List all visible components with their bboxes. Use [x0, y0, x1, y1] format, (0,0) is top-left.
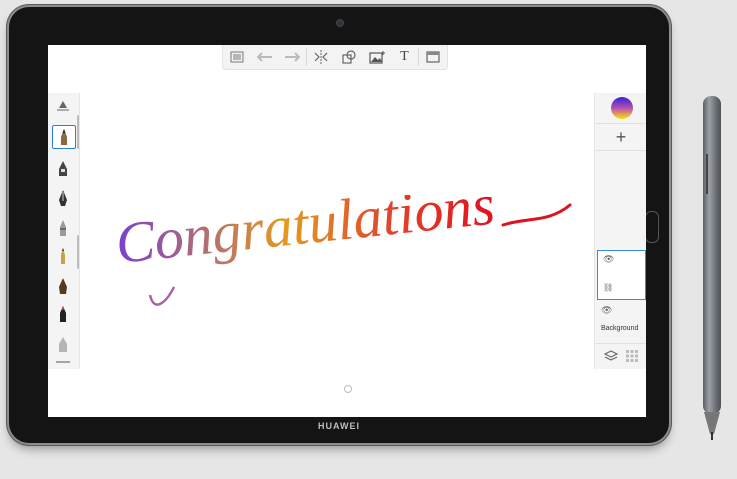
image-icon — [369, 50, 385, 64]
layer-label: Background — [601, 325, 639, 332]
crayon-brush-icon — [60, 306, 66, 322]
brush-marker[interactable] — [52, 157, 74, 179]
layer-panel: + 👁 ⛓ 👁 Background — [594, 93, 646, 369]
airbrush-icon — [60, 220, 66, 236]
redo-button[interactable] — [279, 45, 307, 69]
size-slider-icon — [57, 101, 69, 111]
eraser-brush-icon — [59, 337, 67, 352]
brush-calligraphy[interactable] — [52, 245, 74, 267]
symmetry-button[interactable] — [307, 45, 335, 69]
symmetry-icon — [314, 50, 328, 64]
brush-ink[interactable] — [52, 275, 74, 297]
lock-icon[interactable]: ⛓ — [603, 283, 613, 292]
fullscreen-icon — [426, 51, 440, 63]
grid-icon[interactable] — [625, 349, 639, 363]
list-icon — [230, 51, 244, 63]
front-camera — [336, 19, 344, 27]
brush-crayon[interactable] — [52, 303, 74, 325]
shapes-icon — [342, 50, 356, 64]
layer-tools — [595, 343, 646, 368]
redo-icon — [285, 52, 301, 62]
fullscreen-button[interactable] — [419, 45, 447, 69]
brush-airbrush[interactable] — [52, 217, 74, 239]
eye-icon[interactable]: 👁 — [601, 305, 612, 316]
more-brushes-icon — [56, 361, 70, 363]
marker-brush-icon — [59, 161, 67, 176]
artwork-text: Congratulations — [113, 195, 498, 276]
brush-scrollbar-secondary[interactable] — [77, 235, 79, 269]
list-button[interactable] — [223, 45, 251, 69]
ink-brush-icon — [59, 278, 67, 294]
brush-fountain-pen[interactable] — [52, 187, 74, 209]
layers-icon[interactable] — [604, 349, 618, 363]
text-tool-label: T — [400, 49, 409, 64]
eye-icon[interactable]: 👁 — [603, 254, 614, 265]
text-tool-button[interactable]: T — [391, 45, 419, 69]
brush-eraser[interactable] — [52, 333, 74, 355]
app-screen: T Congratulations + 👁 ⛓ 👁 Background — [48, 45, 646, 417]
calligraphy-brush-icon — [61, 248, 65, 264]
shapes-button[interactable] — [335, 45, 363, 69]
top-toolbar: T — [222, 45, 448, 70]
brush-scrollbar[interactable] — [77, 115, 79, 149]
brush-more[interactable] — [52, 357, 74, 367]
image-button[interactable] — [363, 45, 391, 69]
brush-size-handle[interactable] — [52, 95, 74, 117]
tablet-device: HUAWEI T Congratulations + 👁 ⛓ 👁 Backgro… — [9, 7, 669, 443]
add-layer-button[interactable]: + — [595, 123, 646, 151]
brand-logo: HUAWEI — [318, 421, 360, 431]
undo-icon — [256, 52, 272, 62]
pencil-brush-icon — [61, 129, 67, 145]
page-indicator — [344, 385, 352, 393]
color-picker[interactable] — [611, 97, 633, 119]
brush-panel — [48, 93, 80, 369]
layer-item[interactable]: 👁 ⛓ — [597, 250, 646, 300]
stylus-pen — [703, 96, 721, 440]
home-button[interactable] — [645, 211, 659, 243]
brush-pencil[interactable] — [52, 125, 76, 149]
congratulations-artwork: Congratulations — [113, 195, 572, 306]
undo-button[interactable] — [251, 45, 279, 69]
layer-background[interactable]: 👁 Background — [597, 303, 645, 343]
fountain-pen-icon — [59, 190, 67, 206]
